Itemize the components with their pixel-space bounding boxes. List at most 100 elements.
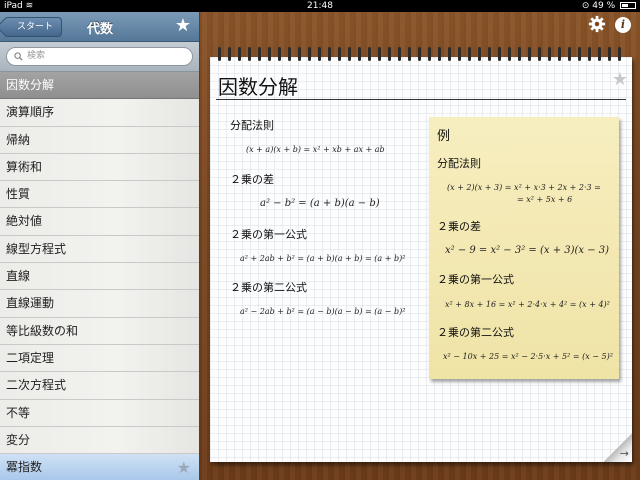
sidebar-item-label: 変分 [6, 432, 31, 447]
ring [528, 47, 531, 61]
ring [598, 47, 601, 61]
arrow-right-icon: → [619, 447, 629, 460]
search-input[interactable]: 検索 [6, 47, 193, 66]
sidebar-item-label: 等比級数の和 [6, 323, 79, 338]
ring [578, 47, 581, 61]
sidebar: スタート 代数 ★ 検索 因数分解演算順序帰納算術和性質絶対値線型方程式直線直線… [0, 12, 200, 480]
sidebar-item-label: 直線 [6, 269, 31, 284]
sidebar-item-label: 線型方程式 [6, 241, 67, 256]
sidebar-item[interactable]: 帰納 [0, 126, 199, 154]
ring [328, 47, 331, 61]
ring [548, 47, 551, 61]
gear-icon[interactable] [588, 15, 606, 33]
sidebar-item[interactable]: 線型方程式 [0, 235, 199, 264]
sidebar-item[interactable]: 二項定理 [0, 344, 199, 373]
example-heading: ２乗の第一公式 [437, 273, 514, 286]
section-heading: ２乗の差 [230, 173, 274, 186]
ring [348, 47, 351, 61]
ring [318, 47, 321, 61]
page-favorite-star-icon[interactable]: ★ [612, 69, 628, 90]
ring [478, 47, 481, 61]
sidebar-item[interactable]: 直線 [0, 263, 199, 291]
ring [228, 47, 231, 61]
ring [248, 47, 251, 61]
favorites-star-icon[interactable]: ★ [175, 15, 191, 36]
example-heading: ２乗の差 [437, 220, 481, 233]
ring [618, 47, 621, 61]
ring [468, 47, 471, 61]
sidebar-nav-bar: スタート 代数 ★ [0, 12, 199, 42]
ring [268, 47, 271, 61]
topic-list: 因数分解演算順序帰納算術和性質絶対値線型方程式直線直線運動等比級数の和 二項定理二… [0, 72, 199, 480]
status-time: 21:48 [307, 1, 333, 11]
example-formula: = x² + 5x + 6 [517, 195, 573, 204]
example-card: 例 分配法則 (x + 2)(x + 3) = x² + x·3 + 2x + … [429, 117, 619, 379]
ring [608, 47, 611, 61]
sidebar-title: 代数 [86, 22, 113, 37]
ring [258, 47, 261, 61]
sidebar-item-label: 二項定理 [6, 350, 55, 365]
sidebar-item-label: 直線運動 [6, 296, 55, 311]
ring [588, 47, 591, 61]
sidebar-item-label: 二次方程式 [6, 378, 67, 393]
sidebar-item[interactable]: 変分 [0, 426, 199, 455]
sidebar-item-label: 不等 [6, 405, 31, 420]
favorite-star-icon[interactable]: ★ [177, 454, 191, 480]
ring [288, 47, 291, 61]
sidebar-item[interactable]: 絶対値 [0, 208, 199, 236]
ring [498, 47, 501, 61]
sidebar-item[interactable]: 性質 [0, 181, 199, 209]
sidebar-item-label: 算術和 [6, 159, 43, 174]
ring [368, 47, 371, 61]
search-icon [14, 52, 23, 61]
section-heading: ２乗の第一公式 [230, 228, 307, 241]
sidebar-item-label: 冪指数 [6, 460, 43, 475]
example-formula: (x + 2)(x + 3) = x² + x·3 + 2x + 2·3 = [447, 183, 601, 192]
section-heading: 分配法則 [230, 119, 274, 132]
sidebar-item[interactable]: 因数分解 [0, 72, 199, 100]
section-heading: ２乗の第二公式 [230, 281, 307, 294]
search-bar: 検索 [0, 42, 199, 72]
ring [458, 47, 461, 61]
ring [278, 47, 281, 61]
sidebar-item[interactable]: 冪指数 ★ [0, 454, 199, 480]
ring [438, 47, 441, 61]
sidebar-item-label: 性質 [6, 187, 31, 202]
ring [308, 47, 311, 61]
sidebar-item-label: 絶対値 [6, 214, 43, 229]
example-heading: 分配法則 [437, 157, 481, 170]
formula: (x + a)(x + b) = x² + xb + ax + ab [246, 145, 385, 154]
sidebar-item-label: 演算順序 [6, 105, 55, 120]
battery-percent: 49 % [592, 1, 616, 11]
ring [558, 47, 561, 61]
page-curl-icon[interactable]: → [604, 434, 632, 462]
status-bar: iPad ≋ 21:48 ⊙ 49 % [0, 0, 640, 12]
formula: a² − 2ab + b² = (a − b)(a − b) = (a − b)… [240, 307, 406, 316]
example-formula: x² + 8x + 16 = x² + 2·4·x + 4² = (x + 4)… [445, 300, 610, 309]
ring [508, 47, 511, 61]
search-placeholder: 検索 [27, 51, 46, 61]
ring [338, 47, 341, 61]
sidebar-item[interactable]: 不等 [0, 399, 199, 427]
ring [568, 47, 571, 61]
sidebar-item[interactable]: 算術和 [0, 153, 199, 182]
sidebar-item[interactable]: 演算順序 [0, 99, 199, 127]
ring [448, 47, 451, 61]
page-title: 因数分解 [218, 75, 298, 99]
ring [538, 47, 541, 61]
status-right: ⊙ 49 % [582, 0, 636, 12]
ring [398, 47, 401, 61]
example-formula: x² − 10x + 25 = x² − 2·5·x + 5² = (x − 5… [443, 352, 613, 361]
sidebar-item[interactable]: 等比級数の和 [0, 317, 199, 345]
sidebar-item-label: 因数分解 [6, 78, 55, 92]
example-formula: x² − 9 = x² − 3² = (x + 3)(x − 3) [445, 245, 610, 256]
example-title: 例 [437, 129, 451, 144]
ring [388, 47, 391, 61]
ring [408, 47, 411, 61]
sidebar-item[interactable]: 直線運動 [0, 290, 199, 318]
sidebar-item[interactable]: 二次方程式 [0, 372, 199, 400]
example-heading: ２乗の第二公式 [437, 326, 514, 339]
info-icon[interactable]: i [615, 17, 631, 33]
ring [378, 47, 381, 61]
ring [298, 47, 301, 61]
